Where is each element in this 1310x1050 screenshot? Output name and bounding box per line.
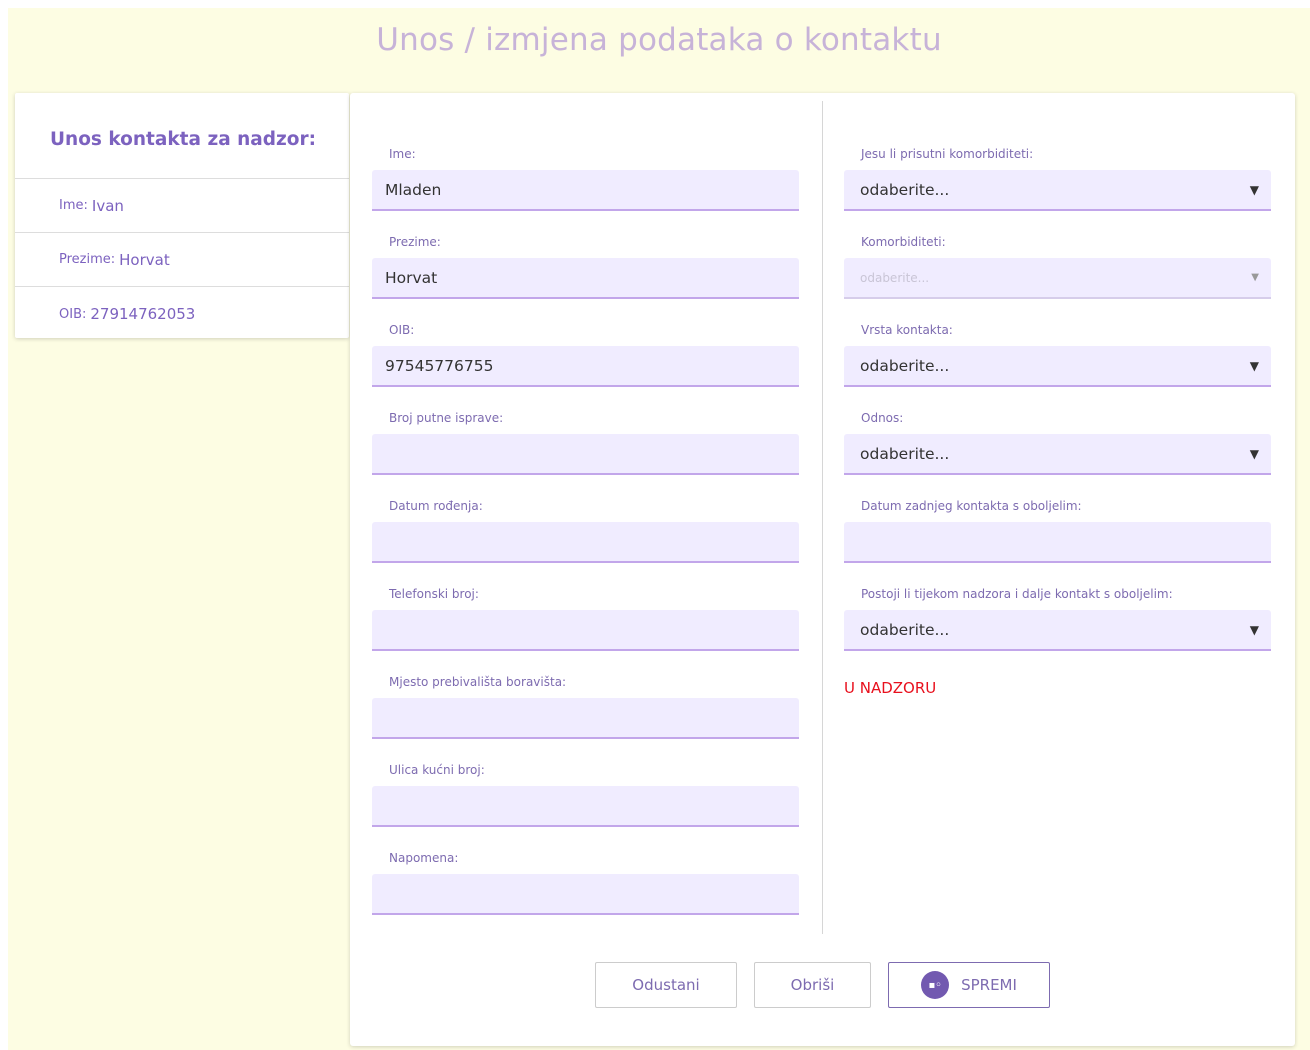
save-disk-icon: ▪◦: [921, 971, 950, 999]
komorbiditeti-select[interactable]: odaberite... ▼: [844, 258, 1271, 299]
field-kontakt-tijekom-nadzora: Postoji li tijekom nadzora i dalje konta…: [844, 587, 1271, 651]
field-komorbiditeti-prisutni: Jesu li prisutni komorbiditeti: odaberit…: [844, 147, 1271, 211]
page: Unos / izmjena podataka o kontaktu Unos …: [8, 8, 1310, 1050]
field-ulica: Ulica kućni broj:: [372, 763, 799, 827]
field-label: Ulica kućni broj:: [389, 763, 485, 777]
cancel-button[interactable]: Odustani: [595, 962, 737, 1008]
select-value: odaberite...: [860, 270, 930, 285]
datum-rodenja-input[interactable]: [372, 522, 799, 563]
chevron-down-icon: ▼: [1251, 272, 1259, 283]
select-value: odaberite...: [860, 444, 950, 463]
chevron-down-icon: ▼: [1249, 446, 1259, 461]
kontakt-tijekom-nadzora-select[interactable]: odaberite... ▼: [844, 610, 1271, 651]
field-odnos: Odnos: odaberite... ▼: [844, 411, 1271, 475]
save-button-label: SPREMI: [961, 976, 1017, 994]
field-label: Komorbiditeti:: [861, 235, 946, 249]
field-ime: Ime: Mladen: [372, 147, 799, 211]
select-value: odaberite...: [860, 180, 950, 199]
summary-row-ime: Ime: Ivan: [15, 179, 349, 233]
field-prezime: Prezime: Horvat: [372, 235, 799, 299]
summary-heading: Unos kontakta za nadzor:: [15, 93, 349, 179]
field-label: Mjesto prebivališta boravišta:: [389, 675, 567, 689]
field-label: Vrsta kontakta:: [861, 323, 953, 337]
field-label: Datum zadnjeg kontakta s oboljelim:: [861, 499, 1082, 513]
field-datum-rodenja: Datum rođenja:: [372, 499, 799, 563]
oib-input[interactable]: 97545776755: [372, 346, 799, 387]
select-value: odaberite...: [860, 620, 950, 639]
chevron-down-icon: ▼: [1249, 358, 1259, 373]
chevron-down-icon: ▼: [1249, 622, 1259, 637]
summary-row-prezime: Prezime: Horvat: [15, 233, 349, 287]
field-mjesto: Mjesto prebivališta boravišta:: [372, 675, 799, 739]
field-label: OIB:: [389, 323, 415, 337]
field-datum-zadnjeg-kontakta: Datum zadnjeg kontakta s oboljelim:: [844, 499, 1271, 563]
odnos-select[interactable]: odaberite... ▼: [844, 434, 1271, 475]
column-divider: [822, 101, 823, 934]
summary-label: Ime:: [59, 198, 88, 213]
mjesto-input[interactable]: [372, 698, 799, 739]
field-label: Prezime:: [389, 235, 441, 249]
field-napomena: Napomena:: [372, 851, 799, 915]
contact-form-card: Ime: Mladen Prezime: Horvat OIB: 9754577…: [350, 93, 1295, 1046]
ulica-input[interactable]: [372, 786, 799, 827]
summary-row-oib: OIB: 27914762053: [15, 287, 349, 341]
napomena-input[interactable]: [372, 874, 799, 915]
field-telefonski-broj: Telefonski broj:: [372, 587, 799, 651]
vrsta-kontakta-select[interactable]: odaberite... ▼: [844, 346, 1271, 387]
field-label: Datum rođenja:: [389, 499, 483, 513]
contact-summary-card: Unos kontakta za nadzor: Ime: Ivan Prezi…: [15, 93, 349, 338]
chevron-down-icon: ▼: [1249, 182, 1259, 197]
broj-putne-isprave-input[interactable]: [372, 434, 799, 475]
field-label: Napomena:: [389, 851, 459, 865]
field-label: Jesu li prisutni komorbiditeti:: [861, 147, 1034, 161]
prezime-input[interactable]: Horvat: [372, 258, 799, 299]
page-title: Unos / izmjena podataka o kontaktu: [376, 22, 942, 58]
summary-value: Horvat: [119, 250, 170, 269]
summary-value: 27914762053: [90, 305, 196, 323]
field-label: Telefonski broj:: [389, 587, 479, 601]
field-oib: OIB: 97545776755: [372, 323, 799, 387]
field-label: Odnos:: [861, 411, 904, 425]
field-label: Broj putne isprave:: [389, 411, 504, 425]
status-text: U NADZORU: [844, 679, 937, 697]
ime-input[interactable]: Mladen: [372, 170, 799, 211]
field-broj-putne-isprave: Broj putne isprave:: [372, 411, 799, 475]
field-vrsta-kontakta: Vrsta kontakta: odaberite... ▼: [844, 323, 1271, 387]
datum-zadnjeg-kontakta-input[interactable]: [844, 522, 1271, 563]
summary-label: Prezime:: [59, 252, 116, 267]
summary-value: Ivan: [91, 196, 124, 215]
field-komorbiditeti: Komorbiditeti: odaberite... ▼: [844, 235, 1271, 299]
field-label: Postoji li tijekom nadzora i dalje konta…: [861, 587, 1173, 601]
summary-label: OIB:: [59, 306, 87, 322]
telefonski-broj-input[interactable]: [372, 610, 799, 651]
field-label: Ime:: [389, 147, 416, 161]
delete-button[interactable]: Obriši: [754, 962, 871, 1008]
select-value: odaberite...: [860, 356, 950, 375]
komorbiditeti-prisutni-select[interactable]: odaberite... ▼: [844, 170, 1271, 211]
save-button[interactable]: ▪◦ SPREMI: [888, 962, 1050, 1008]
